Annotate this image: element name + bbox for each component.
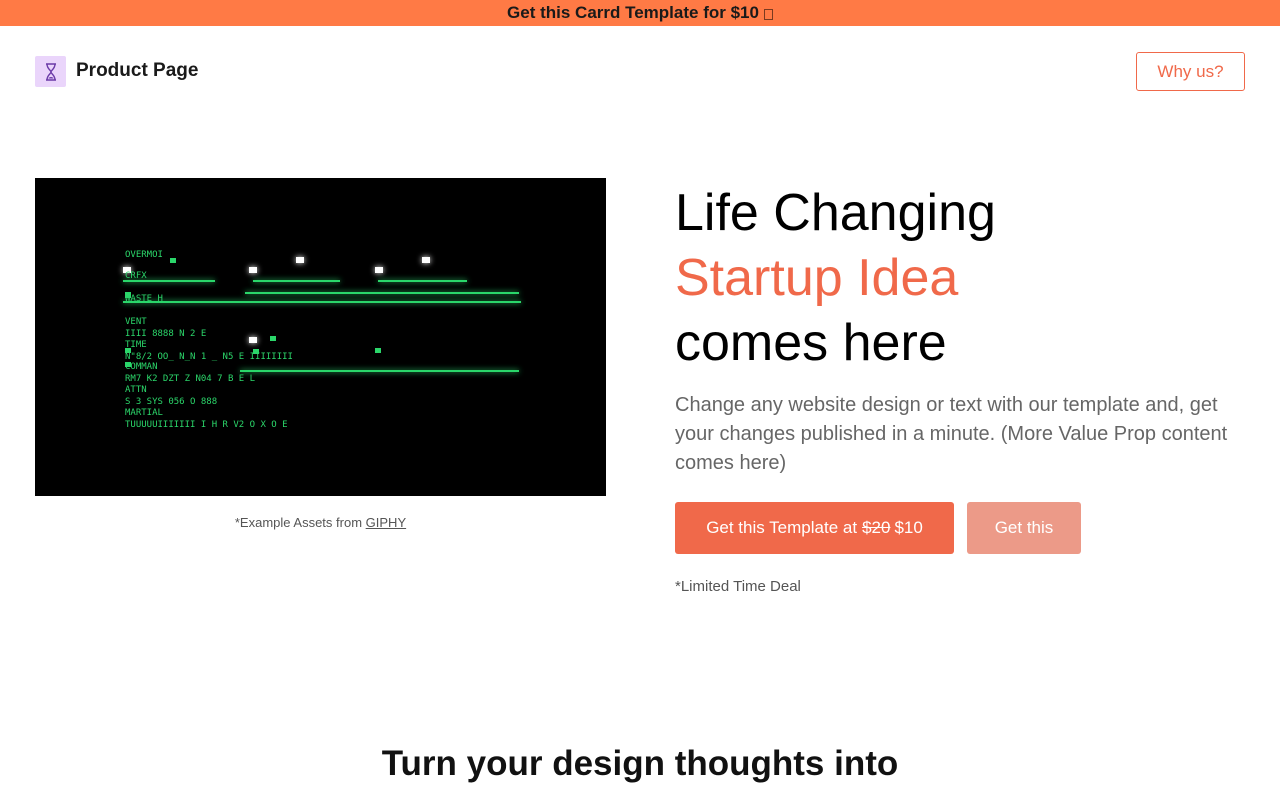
terminal-text-line: S 3 SYS 056 O 888 [125,397,217,407]
why-us-button[interactable]: Why us? [1136,52,1245,91]
terminal-animation-frame: OVERMOI CRFX WASTE H VENT IIII 8888 N 2 ETIM… [123,250,521,430]
terminal-text-line: COMMAN [125,362,158,372]
terminal-text: OVERMOI CRFX WASTE H VENT IIII 8888 N 2 ETIM… [125,250,293,430]
giphy-link[interactable]: GIPHY [366,515,406,530]
terminal-text-line: RM7 K2 DZT Z N04 7 B E L [125,374,255,384]
cta-primary-label: Get this Template at [706,518,858,537]
value-prop-text: Change any website design or text with o… [675,394,1228,474]
terminal-text-line: VENT [125,317,147,327]
terminal-text-line: MARTIAL [125,408,163,418]
terminal-text-line: IIII 8888 N 2 E [125,329,206,339]
get-this-button[interactable]: Get this [967,502,1081,554]
terminal-text-line: TIME [125,340,147,350]
hero-animation: OVERMOI CRFX WASTE H VENT IIII 8888 N 2 E TIM… [35,178,606,496]
new-price: $10 [894,518,923,537]
terminal-text-line: N"8/2 OO_ N_N 1 _ N5 E IIIIIIII [125,352,293,362]
hourglass-logo-icon[interactable] [35,56,66,87]
hourglass-icon [45,62,56,81]
external-link-icon [763,8,773,20]
hero-headline: Life Changing Startup Idea comes here [675,181,1235,376]
terminal-text-line: TUUUUUIIIIIII I H R V2 O X O E [125,420,288,430]
terminal-text-line: WASTE H [125,294,163,304]
terminal-text-line: CRFX [125,271,147,281]
terminal-green-blocks [125,258,381,367]
caption-prefix: *Example Assets from [234,515,363,530]
section-title: Turn your design thoughts into [381,744,899,783]
promo-banner-text: Get this Carrd Template for $10 [507,3,759,22]
media-caption: *Example Assets from GIPHY [35,515,606,530]
headline-accent: Startup Idea [675,249,959,307]
headline-line-1: Life Changing [675,184,996,242]
promo-banner[interactable]: Get this Carrd Template for $10 [0,0,1280,26]
brand-name[interactable]: Product Page [76,59,198,83]
limited-deal-note: *Limited Time Deal [675,578,801,595]
terminal-text-line: ATTN [125,385,147,395]
old-price: $20 [862,518,891,537]
get-template-button[interactable]: Get this Template at $20 $10 [675,502,954,554]
terminal-text-line: OVERMOI [125,250,163,260]
headline-line-3: comes here [675,314,947,372]
